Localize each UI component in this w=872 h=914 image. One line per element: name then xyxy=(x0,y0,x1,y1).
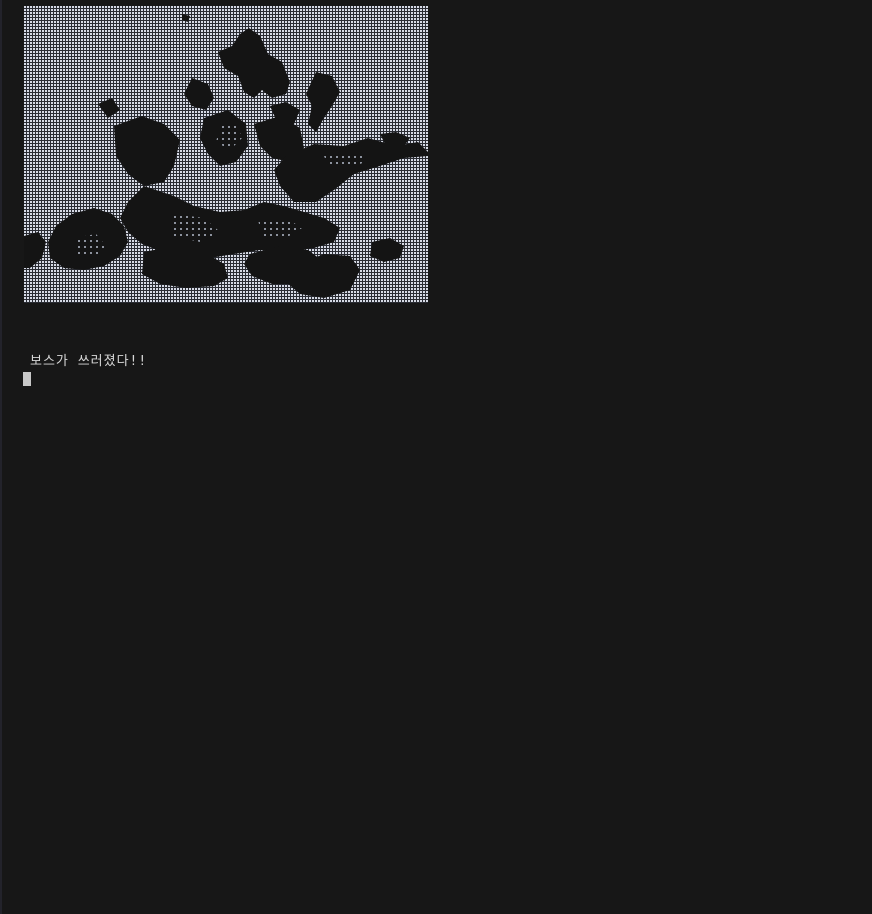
status-message: 보스가 쓰러졌다!! xyxy=(30,354,148,369)
ascii-art-image xyxy=(24,6,428,303)
text-cursor xyxy=(23,372,31,386)
terminal-window: 보스가 쓰러졌다!! xyxy=(0,0,872,914)
